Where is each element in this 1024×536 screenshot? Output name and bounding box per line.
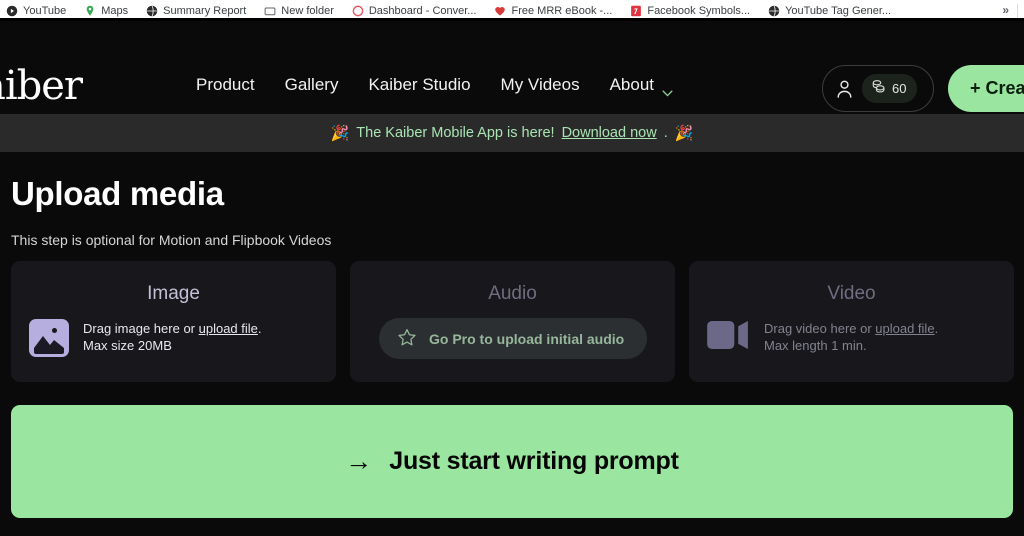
kaiber-logo[interactable]: aiber	[0, 65, 83, 107]
upload-card-video-body: Drag video here or upload file. Max leng…	[707, 319, 938, 354]
image-icon	[29, 319, 69, 357]
upload-card-audio[interactable]: Audio Go Pro to upload initial audio	[350, 261, 675, 382]
bookmark-label: YouTube Tag Gener...	[785, 5, 892, 17]
upload-card-audio-title: Audio	[488, 283, 537, 304]
globe-icon	[146, 5, 158, 17]
credits-badge[interactable]: 60	[862, 74, 918, 103]
page-title: Upload media	[11, 175, 224, 212]
upload-cards-row: Image Drag image here or upload file. Ma…	[11, 261, 1015, 382]
upload-card-video-text: Drag video here or upload file. Max leng…	[764, 319, 938, 354]
bookmark-item[interactable]: Maps	[84, 5, 128, 17]
upload-card-image-body: Drag image here or upload file. Max size…	[29, 319, 262, 357]
image-icon-sun	[52, 328, 57, 333]
upload-file-link-video[interactable]: upload file	[875, 321, 934, 336]
bookmark-item[interactable]: YouTube Tag Gener...	[768, 5, 891, 17]
youtube-icon	[6, 5, 18, 17]
upload-card-video[interactable]: Video Drag video here or upload file. Ma…	[689, 261, 1014, 382]
bookmark-label: Free MRR eBook -...	[511, 5, 613, 17]
person-icon	[835, 79, 854, 99]
bookmarks-divider	[1017, 4, 1018, 18]
bookmark-label: Facebook Symbols...	[647, 5, 751, 17]
upload-card-video-title: Video	[827, 283, 876, 304]
bookmark-label: New folder	[281, 5, 334, 17]
video-camera-icon	[707, 319, 750, 351]
bookmark-label: Summary Report	[163, 5, 247, 17]
bookmark-item[interactable]: Free MRR eBook -...	[494, 5, 612, 17]
banner-text: The Kaiber Mobile App is here!	[356, 125, 555, 141]
mobile-app-banner: 🎉 The Kaiber Mobile App is here! Downloa…	[0, 114, 1024, 152]
chevron-down-icon	[662, 82, 673, 97]
nav-item-kaiber-studio[interactable]: Kaiber Studio	[368, 75, 470, 95]
upload-card-image-line2: Max size 20MB	[83, 338, 172, 353]
globe-icon	[768, 5, 780, 17]
upload-card-image-line1: Drag image here or upload file.	[83, 320, 262, 337]
account-credits-pill[interactable]: 60	[822, 65, 934, 112]
download-now-link[interactable]: Download now	[562, 125, 657, 141]
circle-outline-icon	[352, 5, 364, 17]
party-popper-icon-right: 🎉	[674, 125, 694, 142]
bookmark-item[interactable]: Facebook Symbols...	[630, 5, 750, 17]
go-pro-audio-button[interactable]: Go Pro to upload initial audio	[379, 318, 647, 359]
star-icon	[397, 328, 417, 350]
just-start-writing-prompt-button[interactable]: → Just start writing prompt	[11, 405, 1013, 518]
folder-icon	[264, 5, 276, 17]
create-button[interactable]: + Create	[948, 65, 1024, 112]
upload-file-link-image[interactable]: upload file	[199, 321, 258, 336]
bookmark-label: YouTube	[23, 5, 67, 17]
nav-item-product[interactable]: Product	[196, 75, 255, 95]
bookmark-label: Dashboard - Conver...	[368, 5, 477, 17]
drag-image-suffix: .	[257, 321, 262, 336]
nav-item-my-videos[interactable]: My Videos	[501, 75, 580, 95]
bookmark-item[interactable]: Summary Report	[146, 5, 246, 17]
heart-icon	[494, 5, 506, 17]
bookmark-item[interactable]: YouTube	[6, 5, 66, 17]
bookmark-item[interactable]: New folder	[264, 5, 334, 17]
party-popper-icon-left: 🎉	[330, 125, 350, 142]
cta-label: Just start writing prompt	[389, 447, 679, 475]
drag-video-suffix: .	[934, 321, 939, 336]
upload-card-image-title: Image	[147, 283, 200, 304]
upload-card-video-line1: Drag video here or upload file.	[764, 320, 938, 337]
nav-item-about[interactable]: About	[609, 75, 673, 97]
upload-card-video-line2: Max length 1 min.	[764, 338, 867, 353]
main-content: Upload media This step is optional for M…	[0, 152, 1024, 536]
browser-bookmarks-bar: YouTube Maps Summary Report New folder D…	[0, 0, 1024, 18]
main-navigation: Product Gallery Kaiber Studio My Videos …	[196, 75, 673, 97]
bookmark-item[interactable]: Dashboard - Conver...	[352, 5, 477, 17]
bookmarks-overflow-button[interactable]: »	[1002, 3, 1009, 17]
maps-pin-icon	[84, 5, 96, 17]
upload-card-image[interactable]: Image Drag image here or upload file. Ma…	[11, 261, 336, 382]
drag-image-prefix: Drag image here or	[83, 321, 199, 336]
arrow-right-icon: →	[345, 446, 373, 476]
banner-period: .	[663, 125, 668, 141]
credits-count: 60	[892, 81, 907, 96]
go-pro-audio-label: Go Pro to upload initial audio	[429, 330, 625, 347]
nav-item-gallery[interactable]: Gallery	[285, 75, 339, 95]
upload-card-image-text: Drag image here or upload file. Max size…	[83, 319, 262, 354]
site-header: aiber Product Gallery Kaiber Studio My V…	[0, 21, 1024, 114]
drag-video-prefix: Drag video here or	[764, 321, 876, 336]
red-square-icon	[630, 5, 642, 17]
nav-item-about-label: About	[609, 75, 655, 94]
coins-icon	[871, 79, 886, 98]
bookmark-label: Maps	[101, 5, 129, 17]
page-subtitle: This step is optional for Motion and Fli…	[11, 232, 332, 248]
